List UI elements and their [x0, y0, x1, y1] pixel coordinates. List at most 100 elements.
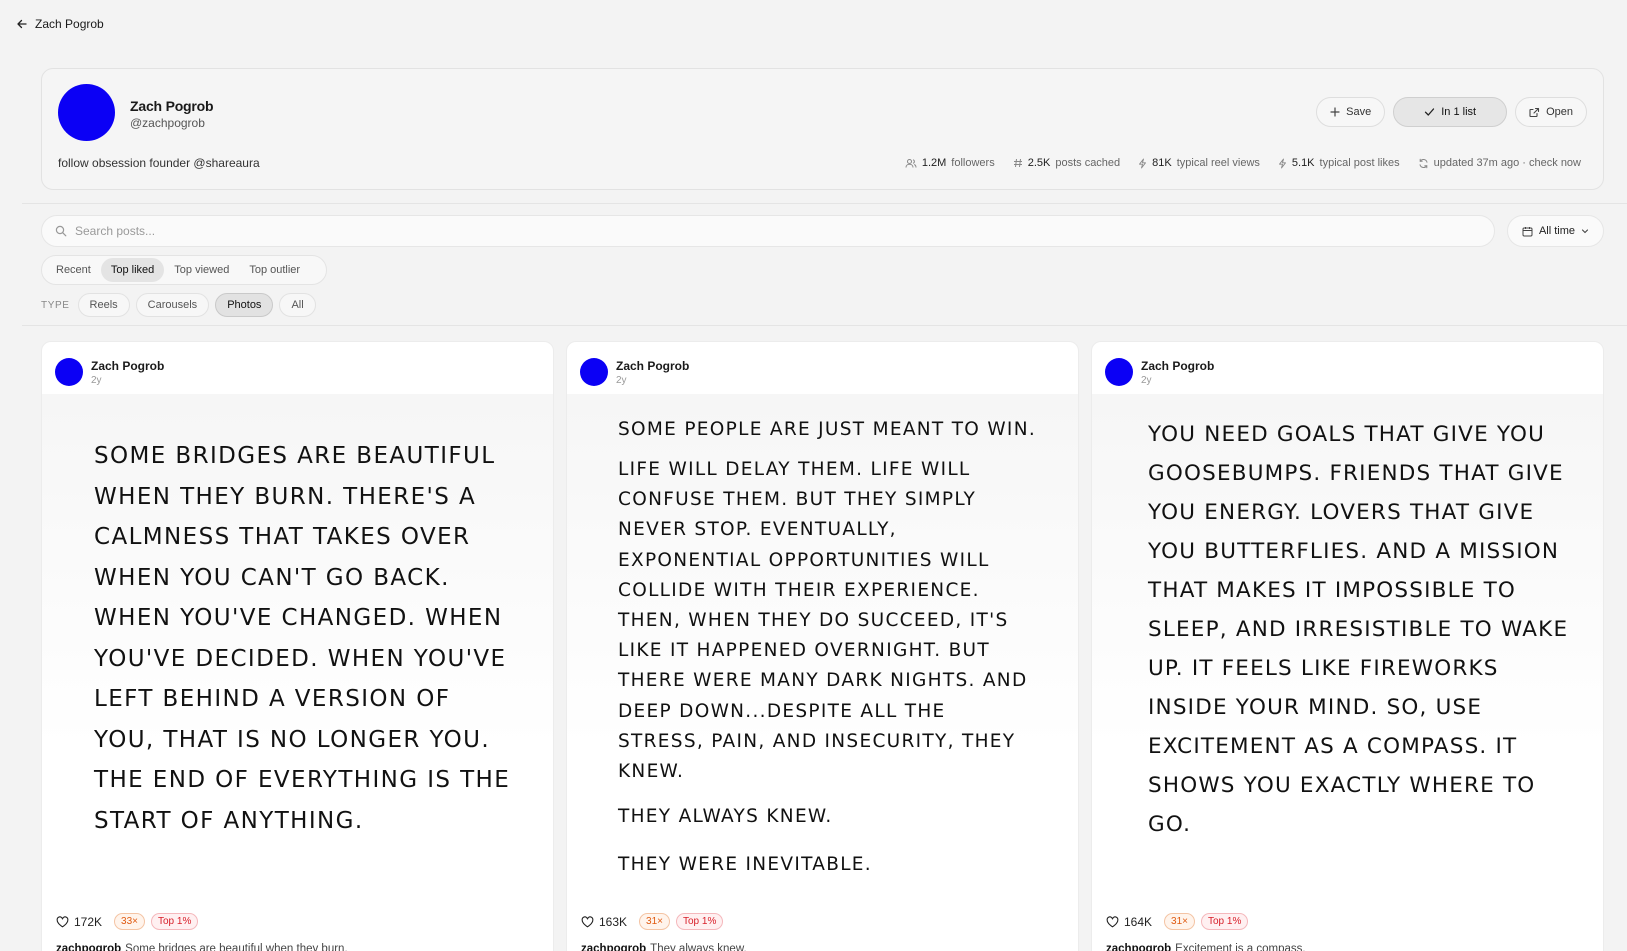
post-caption: zachpogrob Some bridges are beautiful whe… [56, 943, 348, 951]
post-quote-text: Some bridges are beautiful when they bur… [94, 443, 511, 834]
post-header: Zach Pogrob 2y [55, 357, 164, 386]
save-button[interactable]: Save [1316, 97, 1386, 127]
heart-icon [1106, 915, 1119, 928]
stat-updated[interactable]: updated 37m ago · check now [1418, 157, 1581, 169]
type-chip-carousels[interactable]: Carousels [135, 293, 210, 317]
stat-reel-views: 81K typical reel views [1138, 157, 1260, 169]
post-card[interactable]: Zach Pogrob 2y Some people are just mean… [566, 341, 1079, 951]
stat-post-likes-label: typical post likes [1319, 157, 1400, 169]
check-icon [1424, 107, 1435, 117]
outlier-multiplier-badge: 31× [1164, 913, 1195, 930]
avatar [1105, 358, 1133, 386]
back-link-label: Zach Pogrob [35, 17, 104, 31]
type-chip-photos[interactable]: Photos [215, 293, 274, 317]
post-card[interactable]: Zach Pogrob 2y Some bridges are beautifu… [41, 341, 554, 951]
type-filter: TYPE Reels Carousels Photos All [41, 293, 316, 317]
rank-badge: Top 1% [1201, 913, 1249, 930]
bolt-icon [1278, 158, 1287, 169]
profile-stats: 1.2M followers 2.5K posts cached 81K typ… [905, 157, 1581, 169]
avatar [55, 358, 83, 386]
post-age: 2y [616, 375, 627, 386]
sort-tabs: Recent Top liked Top viewed Top outlier [41, 255, 327, 285]
post-image[interactable]: Some bridges are beautiful when they bur… [42, 394, 553, 899]
post-quote-text: You need goals that give you goosebumps.… [1148, 422, 1569, 837]
stat-reel-views-label: typical reel views [1176, 157, 1260, 169]
avatar [580, 358, 608, 386]
time-filter-dropdown[interactable]: All time [1507, 215, 1604, 247]
profile-bio: follow obsession founder @shareaura [58, 156, 260, 170]
post-header: Zach Pogrob 2y [580, 357, 689, 386]
outlier-multiplier-badge: 31× [639, 913, 670, 930]
profile-card: Zach Pogrob @zachpogrob follow obsession… [41, 68, 1604, 190]
avatar [58, 84, 115, 141]
quote-paragraph: Some people are just meant to win. [618, 419, 1037, 440]
post-likes: 172K [56, 915, 102, 929]
open-button-label: Open [1546, 106, 1573, 118]
refresh-icon [1418, 158, 1429, 169]
in-list-button[interactable]: In 1 list [1393, 97, 1508, 127]
post-likes: 163K [581, 915, 627, 929]
heart-icon [581, 915, 594, 928]
type-chip-all[interactable]: All [279, 293, 316, 317]
bolt-icon [1138, 158, 1147, 169]
quote-paragraph: Life will delay them. Life will confuse … [618, 459, 1028, 783]
quote-paragraph: They always knew. [618, 806, 833, 828]
users-icon [905, 158, 917, 169]
profile-handle: @zachpogrob [130, 116, 205, 130]
post-age: 2y [1141, 375, 1152, 386]
post-header: Zach Pogrob 2y [1105, 357, 1214, 386]
plus-icon [1330, 107, 1340, 117]
profile-name: Zach Pogrob [130, 98, 214, 114]
post-metrics: 172K 33× Top 1% [56, 913, 199, 930]
post-image[interactable]: Some people are just meant to win. Life … [567, 394, 1078, 899]
post-image[interactable]: You need goals that give you goosebumps.… [1092, 394, 1603, 899]
tab-top-viewed[interactable]: Top viewed [164, 258, 239, 282]
open-button[interactable]: Open [1515, 97, 1587, 127]
tab-recent[interactable]: Recent [46, 258, 101, 282]
caption-text: Some bridges are beautiful when they bur… [125, 943, 348, 951]
rank-badge: Top 1% [676, 913, 724, 930]
post-likes: 164K [1106, 915, 1152, 929]
post-author: Zach Pogrob [616, 359, 690, 373]
stat-post-likes-value: 5.1K [1291, 157, 1315, 169]
post-author: Zach Pogrob [91, 359, 165, 373]
caption-text: Excitement is a compass. [1175, 943, 1306, 951]
post-age: 2y [91, 375, 102, 386]
section-divider [22, 203, 1627, 204]
stat-followers-value: 1.2M [921, 157, 947, 169]
time-filter-label: All time [1538, 225, 1576, 237]
post-card[interactable]: Zach Pogrob 2y You need goals that give … [1091, 341, 1604, 951]
arrow-left-icon [16, 18, 28, 30]
tab-top-outlier[interactable]: Top outlier [239, 258, 310, 282]
post-caption: zachpogrob Excitement is a compass. [1106, 943, 1306, 951]
caption-user: zachpogrob [581, 943, 647, 951]
caption-user: zachpogrob [1106, 943, 1172, 951]
search-icon [55, 225, 67, 237]
external-link-icon [1529, 107, 1540, 118]
post-likes-count: 163K [599, 914, 628, 929]
post-metrics: 164K 31× Top 1% [1106, 913, 1249, 930]
stat-posts-label: posts cached [1055, 157, 1121, 169]
hash-icon [1013, 158, 1023, 168]
section-divider [22, 325, 1627, 326]
stat-post-likes: 5.1K typical post likes [1278, 157, 1400, 169]
back-link[interactable]: Zach Pogrob [16, 17, 104, 31]
save-button-label: Save [1346, 106, 1372, 118]
stat-posts-value: 2.5K [1027, 157, 1051, 169]
stat-followers: 1.2M followers [905, 157, 995, 169]
post-likes-count: 164K [1124, 914, 1153, 929]
stat-updated-label: updated 37m ago · check now [1433, 157, 1581, 169]
post-quote-text: Some people are just meant to win. Life … [618, 412, 1038, 882]
search-input[interactable] [75, 224, 1455, 238]
chevron-down-icon [1581, 227, 1589, 235]
calendar-icon [1522, 226, 1533, 237]
heart-icon [56, 915, 69, 928]
tab-top-liked[interactable]: Top liked [100, 258, 165, 282]
caption-text: They always knew. [650, 943, 747, 951]
post-caption: zachpogrob They always knew. [581, 943, 747, 951]
in-list-button-label: In 1 list [1441, 106, 1477, 118]
post-likes-count: 172K [74, 914, 103, 929]
post-author: Zach Pogrob [1141, 359, 1215, 373]
type-chip-reels[interactable]: Reels [77, 293, 130, 317]
profile-actions: Save In 1 list Open [1316, 97, 1587, 127]
